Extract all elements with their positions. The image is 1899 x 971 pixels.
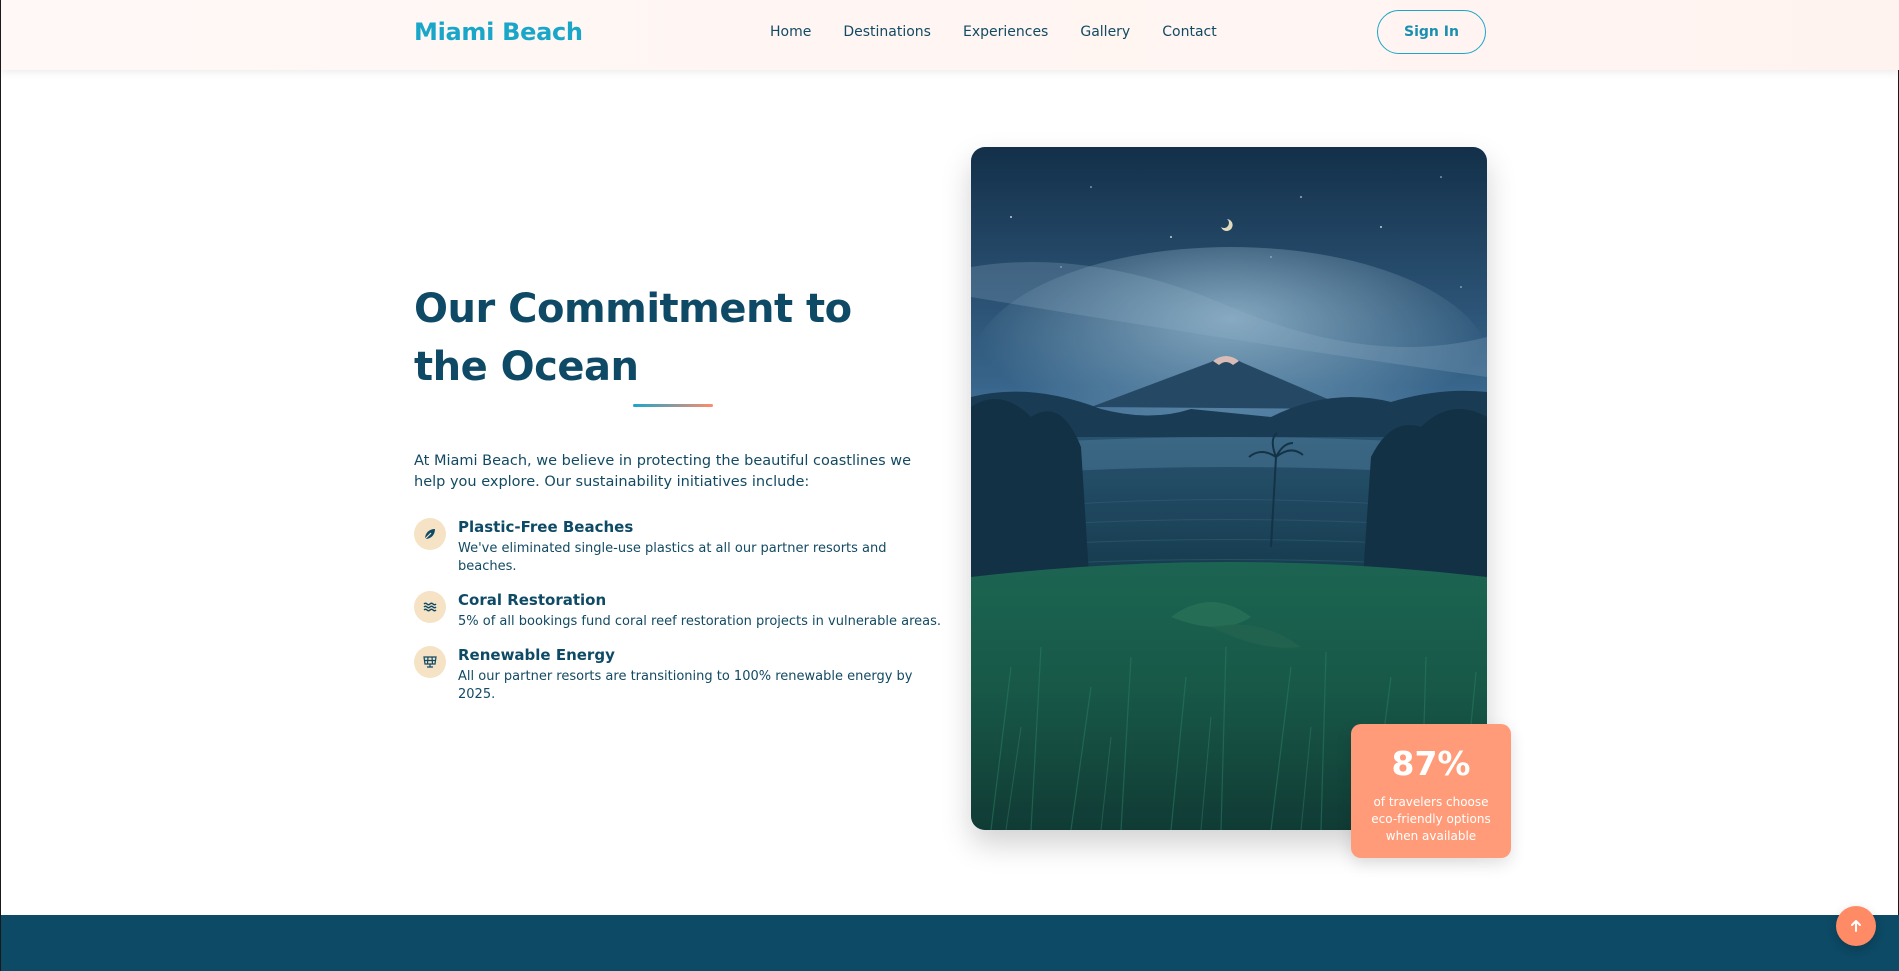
initiatives-list: Plastic-Free Beaches We've eliminated si… bbox=[414, 517, 944, 718]
logo[interactable]: Miami Beach bbox=[414, 18, 583, 46]
back-to-top-button[interactable] bbox=[1836, 906, 1876, 946]
nav-experiences[interactable]: Experiences bbox=[963, 24, 1048, 40]
initiative-title: Coral Restoration bbox=[458, 591, 607, 609]
initiative-title: Plastic-Free Beaches bbox=[458, 518, 634, 536]
water-icon bbox=[414, 591, 446, 623]
initiative-desc: We've eliminated single-use plastics at … bbox=[458, 541, 887, 574]
initiative-desc: All our partner resorts are transitionin… bbox=[458, 669, 913, 702]
eco-stat-card: 87% of travelers choose eco-friendly opt… bbox=[1351, 724, 1511, 858]
footer-band bbox=[1, 915, 1899, 971]
nav-contact[interactable]: Contact bbox=[1162, 24, 1216, 40]
nav-destinations[interactable]: Destinations bbox=[843, 24, 931, 40]
title-underline bbox=[633, 404, 713, 407]
stat-value: 87% bbox=[1391, 744, 1471, 783]
arrow-up-icon bbox=[1851, 920, 1861, 932]
initiative-renewable-energy: Renewable Energy All our partner resorts… bbox=[414, 645, 944, 704]
site-header: Miami Beach Home Destinations Experience… bbox=[1, 0, 1899, 70]
sign-in-button[interactable]: Sign In bbox=[1377, 10, 1486, 54]
stat-label: of travelers choose eco-friendly options… bbox=[1371, 795, 1491, 843]
nav-home[interactable]: Home bbox=[770, 24, 811, 40]
leaf-icon bbox=[414, 518, 446, 550]
initiative-title: Renewable Energy bbox=[458, 646, 615, 664]
initiative-coral-restoration: Coral Restoration 5% of all bookings fun… bbox=[414, 590, 944, 631]
initiative-plastic-free: Plastic-Free Beaches We've eliminated si… bbox=[414, 517, 944, 576]
main-nav: Home Destinations Experiences Gallery Co… bbox=[770, 24, 1249, 40]
initiative-desc: 5% of all bookings fund coral reef resto… bbox=[458, 614, 942, 629]
section-title: Our Commitment to the Ocean bbox=[414, 286, 852, 390]
nav-gallery[interactable]: Gallery bbox=[1080, 24, 1130, 40]
section-intro: At Miami Beach, we believe in protecting… bbox=[414, 453, 912, 490]
solar-panel-icon bbox=[414, 646, 446, 678]
